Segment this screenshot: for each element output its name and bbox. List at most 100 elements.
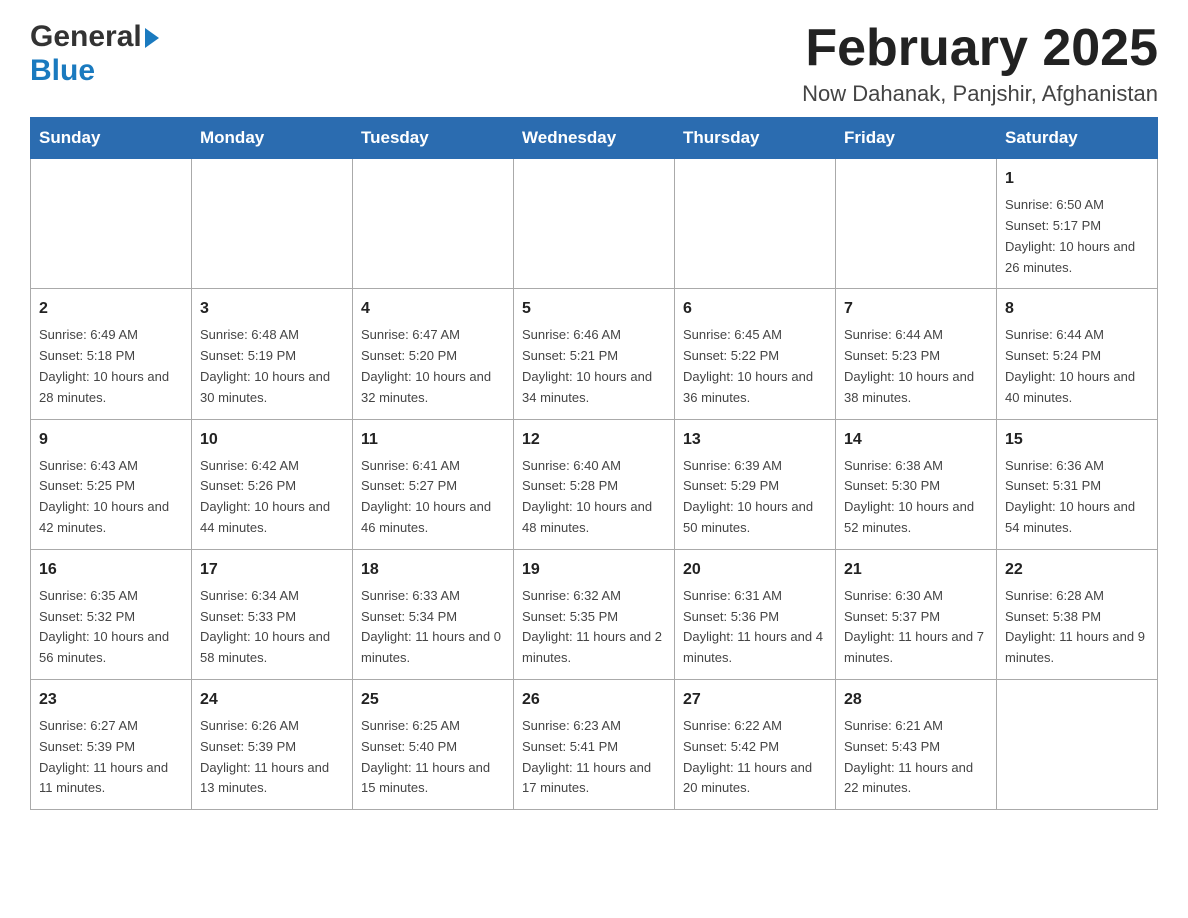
day-info: Sunrise: 6:40 AMSunset: 5:28 PMDaylight:… — [522, 456, 666, 539]
day-info: Sunrise: 6:44 AMSunset: 5:23 PMDaylight:… — [844, 325, 988, 408]
day-info: Sunrise: 6:35 AMSunset: 5:32 PMDaylight:… — [39, 586, 183, 669]
calendar-title: February 2025 — [802, 20, 1158, 77]
day-number: 28 — [844, 688, 988, 712]
day-number: 6 — [683, 297, 827, 321]
calendar-cell: 7 Sunrise: 6:44 AMSunset: 5:23 PMDaylight… — [836, 289, 997, 419]
day-number: 14 — [844, 428, 988, 452]
calendar-cell: 1 Sunrise: 6:50 AMSunset: 5:17 PMDaylight… — [997, 159, 1158, 289]
day-number: 17 — [200, 558, 344, 582]
calendar-cell: 8 Sunrise: 6:44 AMSunset: 5:24 PMDaylight… — [997, 289, 1158, 419]
calendar-week-row: 23 Sunrise: 6:27 AMSunset: 5:39 PMDayligh… — [31, 679, 1158, 809]
calendar-cell — [31, 159, 192, 289]
calendar-cell: 18 Sunrise: 6:33 AMSunset: 5:34 PMDayligh… — [353, 549, 514, 679]
day-info: Sunrise: 6:26 AMSunset: 5:39 PMDaylight:… — [200, 716, 344, 799]
day-of-week-header: Wednesday — [514, 118, 675, 159]
day-of-week-header: Tuesday — [353, 118, 514, 159]
day-info: Sunrise: 6:42 AMSunset: 5:26 PMDaylight:… — [200, 456, 344, 539]
day-number: 4 — [361, 297, 505, 321]
day-number: 27 — [683, 688, 827, 712]
day-number: 18 — [361, 558, 505, 582]
day-number: 9 — [39, 428, 183, 452]
day-number: 19 — [522, 558, 666, 582]
calendar-cell: 2Sunrise: 6:49 AMSunset: 5:18 PMDaylight… — [31, 289, 192, 419]
calendar-cell: 9 Sunrise: 6:43 AMSunset: 5:25 PMDaylight… — [31, 419, 192, 549]
day-number: 20 — [683, 558, 827, 582]
day-of-week-header: Monday — [192, 118, 353, 159]
day-info: Sunrise: 6:34 AMSunset: 5:33 PMDaylight:… — [200, 586, 344, 669]
calendar-subtitle: Now Dahanak, Panjshir, Afghanistan — [802, 81, 1158, 107]
day-number: 25 — [361, 688, 505, 712]
day-number: 26 — [522, 688, 666, 712]
day-number: 23 — [39, 688, 183, 712]
day-info: Sunrise: 6:21 AMSunset: 5:43 PMDaylight:… — [844, 716, 988, 799]
calendar-cell: 25 Sunrise: 6:25 AMSunset: 5:40 PMDayligh… — [353, 679, 514, 809]
calendar-cell: 6 Sunrise: 6:45 AMSunset: 5:22 PMDaylight… — [675, 289, 836, 419]
day-info: Sunrise: 6:31 AMSunset: 5:36 PMDaylight:… — [683, 586, 827, 669]
day-number: 12 — [522, 428, 666, 452]
day-info: Sunrise: 6:25 AMSunset: 5:40 PMDaylight:… — [361, 716, 505, 799]
day-info: Sunrise: 6:50 AMSunset: 5:17 PMDaylight:… — [1005, 195, 1149, 278]
calendar-cell: 15Sunrise: 6:36 AMSunset: 5:31 PMDayligh… — [997, 419, 1158, 549]
day-number: 5 — [522, 297, 666, 321]
day-info: Sunrise: 6:44 AMSunset: 5:24 PMDaylight:… — [1005, 325, 1149, 408]
logo-blue-text: Blue — [30, 54, 95, 87]
day-info: Sunrise: 6:36 AMSunset: 5:31 PMDaylight:… — [1005, 456, 1149, 539]
day-info: Sunrise: 6:22 AMSunset: 5:42 PMDaylight:… — [683, 716, 827, 799]
calendar-cell — [836, 159, 997, 289]
day-info: Sunrise: 6:48 AMSunset: 5:19 PMDaylight:… — [200, 325, 344, 408]
title-block: February 2025 Now Dahanak, Panjshir, Afg… — [802, 20, 1158, 107]
calendar-cell: 16 Sunrise: 6:35 AMSunset: 5:32 PMDayligh… — [31, 549, 192, 679]
calendar-header-row: SundayMondayTuesdayWednesdayThursdayFrid… — [31, 118, 1158, 159]
day-number: 16 — [39, 558, 183, 582]
day-info: Sunrise: 6:43 AMSunset: 5:25 PMDaylight:… — [39, 456, 183, 539]
day-number: 22 — [1005, 558, 1149, 582]
calendar-cell: 20 Sunrise: 6:31 AMSunset: 5:36 PMDayligh… — [675, 549, 836, 679]
day-info: Sunrise: 6:49 AMSunset: 5:18 PMDaylight:… — [39, 325, 183, 408]
day-of-week-header: Saturday — [997, 118, 1158, 159]
calendar-table: SundayMondayTuesdayWednesdayThursdayFrid… — [30, 117, 1158, 810]
day-info: Sunrise: 6:28 AMSunset: 5:38 PMDaylight:… — [1005, 586, 1149, 669]
day-number: 13 — [683, 428, 827, 452]
calendar-week-row: 16 Sunrise: 6:35 AMSunset: 5:32 PMDayligh… — [31, 549, 1158, 679]
logo: General Blue — [30, 20, 159, 88]
calendar-cell: 10Sunrise: 6:42 AMSunset: 5:26 PMDayligh… — [192, 419, 353, 549]
calendar-cell — [997, 679, 1158, 809]
day-number: 21 — [844, 558, 988, 582]
day-info: Sunrise: 6:45 AMSunset: 5:22 PMDaylight:… — [683, 325, 827, 408]
calendar-cell: 4 Sunrise: 6:47 AMSunset: 5:20 PMDaylight… — [353, 289, 514, 419]
calendar-cell — [675, 159, 836, 289]
calendar-cell: 21 Sunrise: 6:30 AMSunset: 5:37 PMDayligh… — [836, 549, 997, 679]
day-info: Sunrise: 6:39 AMSunset: 5:29 PMDaylight:… — [683, 456, 827, 539]
calendar-cell — [192, 159, 353, 289]
day-info: Sunrise: 6:30 AMSunset: 5:37 PMDaylight:… — [844, 586, 988, 669]
page-header: General Blue February 2025 Now Dahanak, … — [30, 20, 1158, 107]
day-number: 1 — [1005, 167, 1149, 191]
calendar-cell — [353, 159, 514, 289]
day-number: 3 — [200, 297, 344, 321]
calendar-week-row: 1 Sunrise: 6:50 AMSunset: 5:17 PMDaylight… — [31, 159, 1158, 289]
day-number: 7 — [844, 297, 988, 321]
calendar-week-row: 9 Sunrise: 6:43 AMSunset: 5:25 PMDaylight… — [31, 419, 1158, 549]
calendar-cell: 24 Sunrise: 6:26 AMSunset: 5:39 PMDayligh… — [192, 679, 353, 809]
day-of-week-header: Thursday — [675, 118, 836, 159]
day-info: Sunrise: 6:47 AMSunset: 5:20 PMDaylight:… — [361, 325, 505, 408]
calendar-cell: 3 Sunrise: 6:48 AMSunset: 5:19 PMDaylight… — [192, 289, 353, 419]
calendar-cell: 27 Sunrise: 6:22 AMSunset: 5:42 PMDayligh… — [675, 679, 836, 809]
calendar-cell: 22 Sunrise: 6:28 AMSunset: 5:38 PMDayligh… — [997, 549, 1158, 679]
day-number: 8 — [1005, 297, 1149, 321]
day-info: Sunrise: 6:41 AMSunset: 5:27 PMDaylight:… — [361, 456, 505, 539]
day-of-week-header: Friday — [836, 118, 997, 159]
calendar-cell: 23 Sunrise: 6:27 AMSunset: 5:39 PMDayligh… — [31, 679, 192, 809]
day-info: Sunrise: 6:33 AMSunset: 5:34 PMDaylight:… — [361, 586, 505, 669]
day-info: Sunrise: 6:38 AMSunset: 5:30 PMDaylight:… — [844, 456, 988, 539]
calendar-week-row: 2Sunrise: 6:49 AMSunset: 5:18 PMDaylight… — [31, 289, 1158, 419]
logo-arrow-icon — [145, 28, 159, 48]
calendar-cell: 12 Sunrise: 6:40 AMSunset: 5:28 PMDayligh… — [514, 419, 675, 549]
day-info: Sunrise: 6:32 AMSunset: 5:35 PMDaylight:… — [522, 586, 666, 669]
calendar-cell: 19 Sunrise: 6:32 AMSunset: 5:35 PMDayligh… — [514, 549, 675, 679]
day-number: 24 — [200, 688, 344, 712]
logo-general-text: General — [30, 20, 142, 54]
day-info: Sunrise: 6:27 AMSunset: 5:39 PMDaylight:… — [39, 716, 183, 799]
day-of-week-header: Sunday — [31, 118, 192, 159]
calendar-cell: 28 Sunrise: 6:21 AMSunset: 5:43 PMDayligh… — [836, 679, 997, 809]
